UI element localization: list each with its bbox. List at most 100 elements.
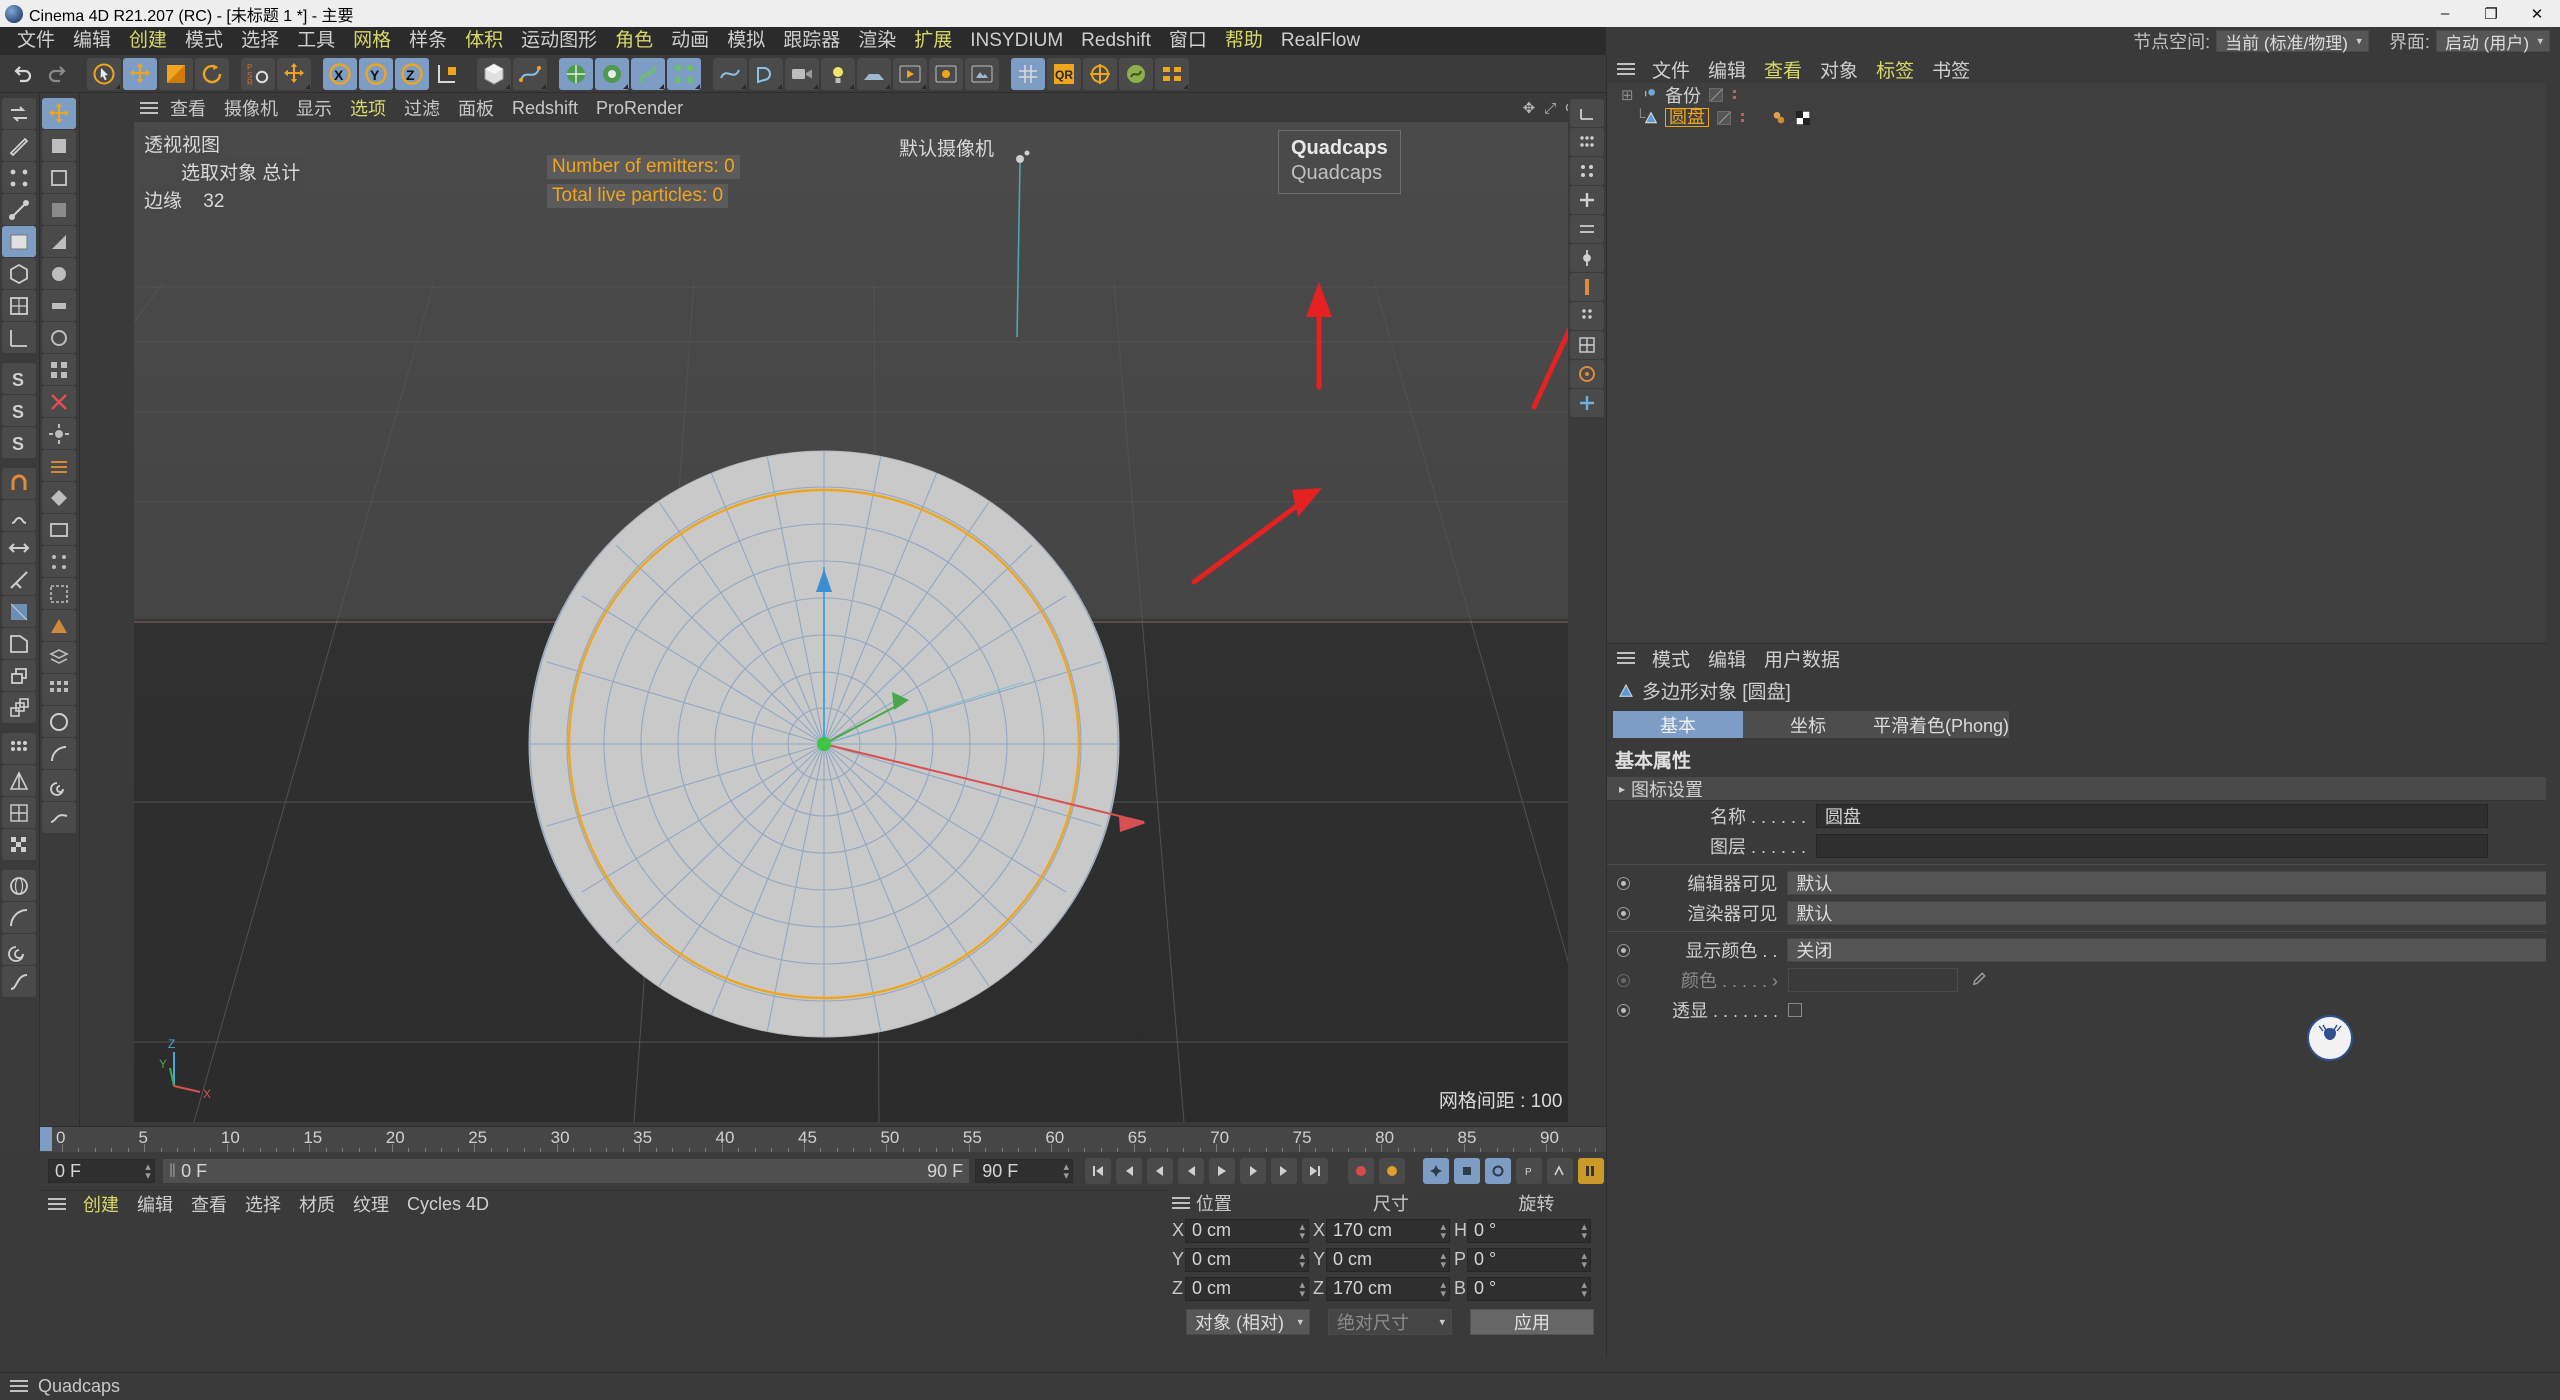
mode-mosaic-button[interactable] — [42, 674, 76, 705]
go-to-end-button[interactable] — [1302, 1158, 1328, 1184]
visibility-toggle[interactable] — [1717, 110, 1731, 125]
step-forward-button[interactable] — [1240, 1158, 1266, 1184]
render-settings-button[interactable] — [965, 57, 999, 90]
tree-expander-icon[interactable]: └ — [1621, 109, 1646, 126]
field-dropdown-4[interactable]: 关闭▾ — [1787, 938, 2560, 962]
menu-item-10[interactable]: 角色 — [606, 27, 662, 55]
object-menu-item-5[interactable]: 书签 — [1923, 56, 1979, 83]
perspective-viewport[interactable]: 透视视图 选取对象 总计 边缘 32 默认摄像机 Number of emitt… — [134, 122, 1606, 1122]
viewport-scale-icon[interactable]: ⤢ — [1544, 100, 1556, 117]
material-menu-item-2[interactable]: 查看 — [182, 1191, 236, 1217]
viewport-menu-item-3[interactable]: 选项 — [341, 95, 395, 121]
rot-field-0[interactable]: 0 ° ▴ ▾ — [1467, 1218, 1591, 1243]
scene-camera-button[interactable] — [785, 57, 819, 90]
hamburger-icon[interactable] — [1172, 1196, 1190, 1210]
field-input-1[interactable] — [1816, 834, 2488, 858]
icon-settings-group[interactable]: ▸ 图标设置 — [1607, 777, 2560, 801]
pos-field-2[interactable]: 0 cm ▴ ▾ — [1185, 1276, 1309, 1301]
viewport-menu-item-7[interactable]: ProRender — [587, 98, 692, 119]
grid-snap-button[interactable] — [1011, 57, 1045, 90]
timeline-settings-button[interactable] — [1578, 1158, 1604, 1184]
menu-item-12[interactable]: 模拟 — [718, 27, 774, 55]
material-menu-item-4[interactable]: 材质 — [290, 1191, 344, 1217]
object-axis-button[interactable] — [277, 57, 311, 90]
hamburger-icon[interactable] — [1617, 62, 1635, 76]
apply-button[interactable]: 应用 — [1470, 1308, 1594, 1335]
menu-item-3[interactable]: 模式 — [176, 27, 232, 55]
tool-magnet-button[interactable] — [2, 468, 36, 499]
menu-item-15[interactable]: 扩展 — [905, 27, 961, 55]
mode-layer-button[interactable] — [42, 642, 76, 673]
tool-transfer-button[interactable] — [2, 98, 36, 129]
viewport-menu-item-5[interactable]: 面板 — [449, 95, 503, 121]
tool-subdivide-button[interactable] — [2, 797, 36, 828]
spinner-icon[interactable]: ▴ ▾ — [1581, 1221, 1587, 1241]
hamburger-icon[interactable] — [1617, 651, 1635, 665]
scale-tool-button[interactable] — [159, 57, 193, 90]
floor-environment-button[interactable] — [857, 57, 891, 90]
object-menu-item-4[interactable]: 标签 — [1867, 56, 1923, 83]
object-row-1[interactable]: └ 圆盘 — [1607, 106, 2560, 129]
vp-lines-button[interactable] — [1570, 215, 1604, 243]
menu-item-20[interactable]: RealFlow — [1272, 27, 1369, 55]
mode-square-g-button[interactable] — [42, 322, 76, 353]
range-end-field[interactable]: 90 F ▴ ▾ — [975, 1159, 1073, 1183]
sculpt-button[interactable] — [1119, 57, 1153, 90]
key-position-button[interactable] — [1423, 1158, 1449, 1184]
attribute-menu-item-2[interactable]: 用户数据 — [1755, 645, 1849, 672]
viewport-move-icon[interactable]: ✥ — [1523, 99, 1536, 117]
menu-item-4[interactable]: 选择 — [232, 27, 288, 55]
mode-grid-button[interactable] — [42, 354, 76, 385]
material-tag-icon[interactable] — [1771, 110, 1787, 126]
previous-keyframe-button[interactable] — [1116, 1158, 1142, 1184]
spinner-icon[interactable]: ▴ ▾ — [1440, 1279, 1446, 1299]
size-field-1[interactable]: 0 cm ▴ ▾ — [1326, 1247, 1450, 1272]
nurbs-generator-button[interactable] — [749, 57, 783, 90]
tool-polygon-mode-button[interactable] — [2, 226, 36, 257]
viewport-menu-item-2[interactable]: 显示 — [287, 95, 341, 121]
move-tool-button[interactable] — [123, 57, 157, 90]
tool-arc-button[interactable] — [2, 902, 36, 933]
tool-matrix-extrude-button[interactable] — [2, 692, 36, 723]
current-frame-field[interactable]: 0 F ▴ ▾ — [48, 1159, 155, 1183]
viewport-menu-item-0[interactable]: 查看 — [161, 95, 215, 121]
spline-pen-button[interactable] — [513, 57, 547, 90]
field-radio-3[interactable] — [1617, 906, 1630, 920]
world-object-coord-button[interactable] — [431, 58, 465, 90]
object-manager-tree[interactable]: ⊞ 备份 └ 圆盘 — [1607, 83, 2560, 643]
tool-polygon-pen-button[interactable] — [2, 130, 36, 161]
object-name-1[interactable]: 圆盘 — [1665, 108, 1709, 127]
material-menu-item-6[interactable]: Cycles 4D — [398, 1194, 498, 1215]
rot-field-1[interactable]: 0 ° ▴ ▾ — [1467, 1247, 1591, 1272]
mode-square-a-button[interactable] — [42, 130, 76, 161]
field-checkbox-6[interactable] — [1788, 1003, 1802, 1017]
spinner-icon[interactable]: ▴ ▾ — [1063, 1162, 1069, 1182]
vp-dots1-button[interactable] — [1570, 128, 1604, 156]
field-radio-5[interactable] — [1617, 973, 1630, 987]
menu-item-7[interactable]: 样条 — [400, 27, 456, 55]
next-keyframe-button[interactable] — [1271, 1158, 1297, 1184]
vp-add-button[interactable] — [1570, 186, 1604, 214]
tool-model-mode-button[interactable] — [2, 258, 36, 289]
menu-item-14[interactable]: 渲染 — [849, 27, 905, 55]
visibility-dots-icon[interactable] — [1737, 113, 1747, 122]
tool-slide-button[interactable] — [2, 532, 36, 563]
field-color-5[interactable] — [1788, 968, 1958, 992]
spinner-icon[interactable]: ▴ ▾ — [1299, 1250, 1305, 1270]
attribute-menu-item-0[interactable]: 模式 — [1643, 645, 1699, 672]
undo-button[interactable] — [5, 58, 39, 90]
disk-object-mesh[interactable] — [134, 122, 1606, 1122]
pos-field-0[interactable]: 0 cm ▴ ▾ — [1185, 1218, 1309, 1243]
menu-item-17[interactable]: Redshift — [1072, 27, 1160, 55]
mode-circle-button[interactable] — [42, 706, 76, 737]
spinner-icon[interactable]: ▴ ▾ — [1299, 1221, 1305, 1241]
visibility-dots-icon[interactable] — [1729, 90, 1739, 99]
record-keyframe-button[interactable] — [1348, 1158, 1374, 1184]
eyedropper-icon[interactable] — [1968, 970, 1988, 990]
lock-z-axis-button[interactable]: Z — [395, 57, 429, 90]
menu-item-13[interactable]: 跟踪器 — [774, 27, 849, 55]
menu-item-11[interactable]: 动画 — [662, 27, 718, 55]
tool-knife-button[interactable] — [2, 564, 36, 595]
vp-dots3-button[interactable] — [1570, 302, 1604, 330]
key-param-button[interactable]: P — [1516, 1158, 1542, 1184]
